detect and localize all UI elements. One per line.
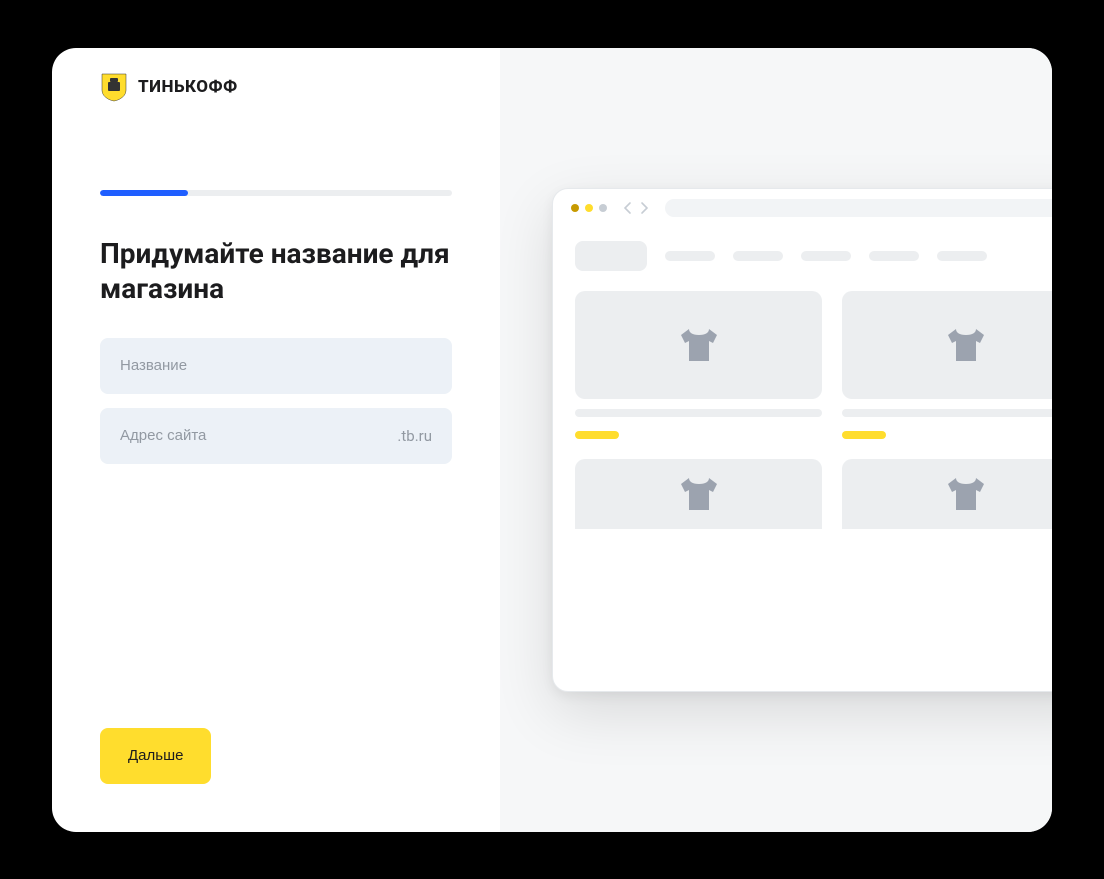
tshirt-icon [942,470,990,518]
store-url-input[interactable] [120,427,397,444]
store-url-field-wrapper[interactable]: .tb.ru [100,408,452,464]
chevron-right-icon [637,201,651,215]
store-name-input[interactable] [120,357,432,374]
nav-arrows [621,201,651,215]
category-tab-placeholder [733,251,783,261]
category-tab-placeholder [937,251,987,261]
category-tab-placeholder [869,251,919,261]
category-tab-placeholder [665,251,715,261]
product-card-placeholder [842,291,1052,399]
chevron-left-icon [621,201,635,215]
text-placeholder [842,409,1052,417]
browser-mockup [552,188,1052,692]
category-tab-placeholder [801,251,851,261]
url-bar-placeholder [665,199,1052,217]
next-button[interactable]: Дальше [100,728,211,784]
brand-name: ТИНЬКОФФ [138,77,238,97]
brand-logo: ТИНЬКОФФ [100,72,452,102]
tshirt-icon [675,321,723,369]
product-card-placeholder [575,459,822,529]
step-heading: Придумайте название для магазина [100,236,452,306]
progress-fill [100,190,188,196]
browser-body [553,227,1052,691]
product-card-placeholder [842,459,1052,529]
product-grid [575,291,1052,529]
tshirt-icon [942,321,990,369]
text-placeholder [575,409,822,417]
price-placeholder [575,431,619,439]
store-name-field-wrapper[interactable] [100,338,452,394]
progress-bar [100,190,452,196]
form-panel: ТИНЬКОФФ Придумайте название для магазин… [52,48,500,832]
shield-icon [100,72,128,102]
product-card-placeholder [575,291,822,399]
preview-panel [500,48,1052,832]
category-tabs [575,241,1052,271]
category-tab-placeholder [575,241,647,271]
tshirt-icon [675,470,723,518]
browser-toolbar [553,189,1052,227]
url-suffix: .tb.ru [397,427,432,445]
traffic-lights-icon [571,204,607,212]
setup-wizard-modal: ТИНЬКОФФ Придумайте название для магазин… [52,48,1052,832]
price-placeholder [842,431,886,439]
